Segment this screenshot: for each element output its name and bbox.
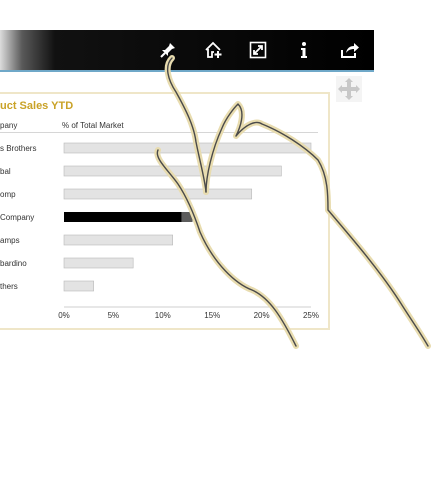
category-label: bardino (0, 259, 27, 268)
expand-icon[interactable] (248, 40, 268, 60)
chart-panel: uct Sales YTD pany % of Total Market s B… (0, 92, 330, 330)
info-icon[interactable] (294, 40, 314, 60)
x-tick-label: 15% (204, 311, 220, 320)
category-label: bal (0, 167, 11, 176)
category-label: thers (0, 282, 18, 291)
category-label: omp (0, 190, 16, 199)
toolbar-accent-line (0, 70, 374, 72)
bar-highlight-tail (181, 212, 193, 222)
toolbar (0, 30, 374, 70)
category-label: s Brothers (0, 144, 36, 153)
bar (63, 165, 282, 177)
x-tick-label: 10% (155, 311, 171, 320)
move-handle-icon[interactable] (336, 76, 362, 102)
bar-highlighted (64, 212, 193, 222)
category-label: amps (0, 236, 20, 245)
bar-chart: s Brothers bal omp Company amps bardino thers 0… (0, 142, 319, 320)
bar (63, 142, 312, 154)
bar (63, 257, 134, 269)
x-tick-label: 25% (303, 311, 319, 320)
home-add-icon[interactable] (204, 40, 224, 60)
share-icon[interactable] (340, 40, 360, 60)
bar (63, 234, 173, 246)
x-tick-label: 0% (58, 311, 70, 320)
bar (63, 280, 94, 292)
category-label: Company (0, 213, 34, 222)
bar (63, 188, 253, 200)
x-tick-label: 20% (254, 311, 270, 320)
x-tick-label: 5% (108, 311, 120, 320)
pin-icon[interactable] (158, 40, 178, 60)
